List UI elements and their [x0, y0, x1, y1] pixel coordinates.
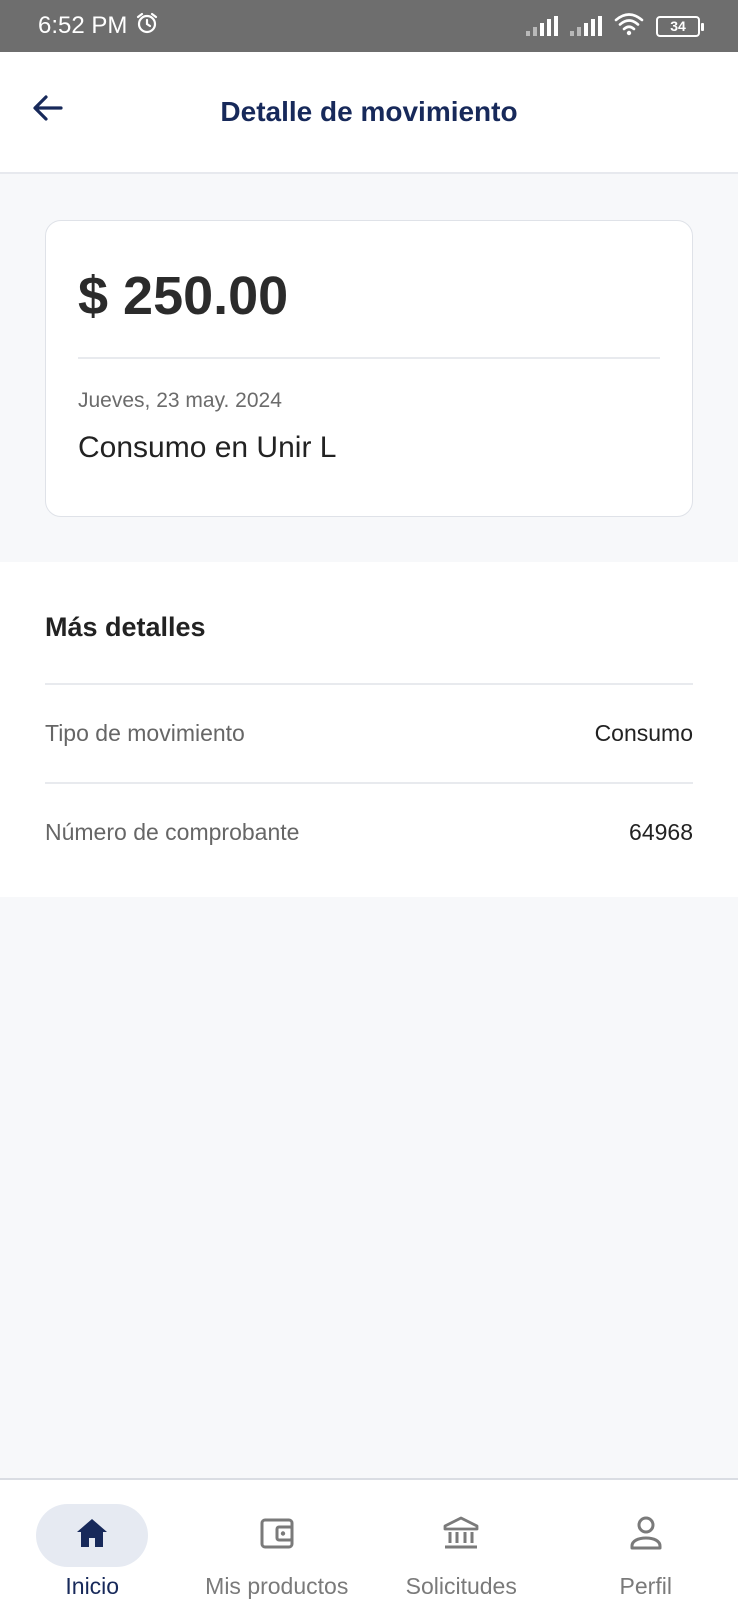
battery-icon: 34 — [656, 15, 704, 37]
movement-description: Consumo en Unir L — [78, 431, 337, 464]
signal-icon — [570, 16, 602, 36]
movement-amount: $ 250.00 — [78, 266, 289, 326]
more-details-title: Más detalles — [45, 612, 206, 642]
nav-label: Perfil — [619, 1573, 672, 1599]
status-left: 6:52 PM — [38, 11, 159, 42]
nav-label: Mis productos — [205, 1573, 349, 1599]
movement-date: Jueves, 23 may. 2024 — [78, 389, 282, 412]
nav-item-perfil[interactable]: Perfil — [554, 1480, 738, 1600]
detail-label: Número de comprobante — [45, 819, 300, 845]
battery-level: 34 — [670, 18, 686, 34]
nav-active-indicator — [36, 1504, 149, 1567]
nav-item-mis-productos[interactable]: Mis productos — [185, 1480, 370, 1600]
nav-label: Inicio — [65, 1573, 120, 1599]
status-time: 6:52 PM — [38, 12, 128, 39]
card-divider — [78, 357, 660, 359]
wifi-icon — [614, 12, 644, 41]
home-icon — [74, 1516, 110, 1555]
detail-row-receipt-number: Número de comprobante 64968 — [45, 782, 693, 881]
bank-icon — [442, 1515, 480, 1556]
signal-icon — [526, 16, 558, 36]
detail-row-movement-type: Tipo de movimiento Consumo — [45, 683, 693, 782]
alarm-icon — [135, 11, 159, 42]
detail-value: 64968 — [629, 819, 693, 845]
page-title: Detalle de movimiento — [220, 96, 518, 127]
wallet-icon — [259, 1516, 295, 1555]
back-button[interactable] — [26, 88, 70, 132]
nav-label: Solicitudes — [405, 1573, 517, 1599]
app-header: Detalle de movimiento — [0, 52, 738, 174]
arrow-left-icon — [30, 90, 66, 131]
bottom-navigation: Inicio Mis productos Solicitudes Perfil — [0, 1478, 738, 1600]
detail-value: Consumo — [594, 720, 693, 746]
movement-summary-card: $ 250.00 Jueves, 23 may. 2024 Consumo en… — [45, 220, 693, 517]
user-icon — [629, 1515, 663, 1556]
status-bar: 6:52 PM 34 — [0, 0, 738, 52]
status-right: 34 — [526, 12, 704, 41]
nav-item-inicio[interactable]: Inicio — [0, 1480, 185, 1600]
nav-item-solicitudes[interactable]: Solicitudes — [369, 1480, 554, 1600]
detail-label: Tipo de movimiento — [45, 720, 245, 746]
more-details-section: Más detalles Tipo de movimiento Consumo … — [0, 562, 738, 897]
